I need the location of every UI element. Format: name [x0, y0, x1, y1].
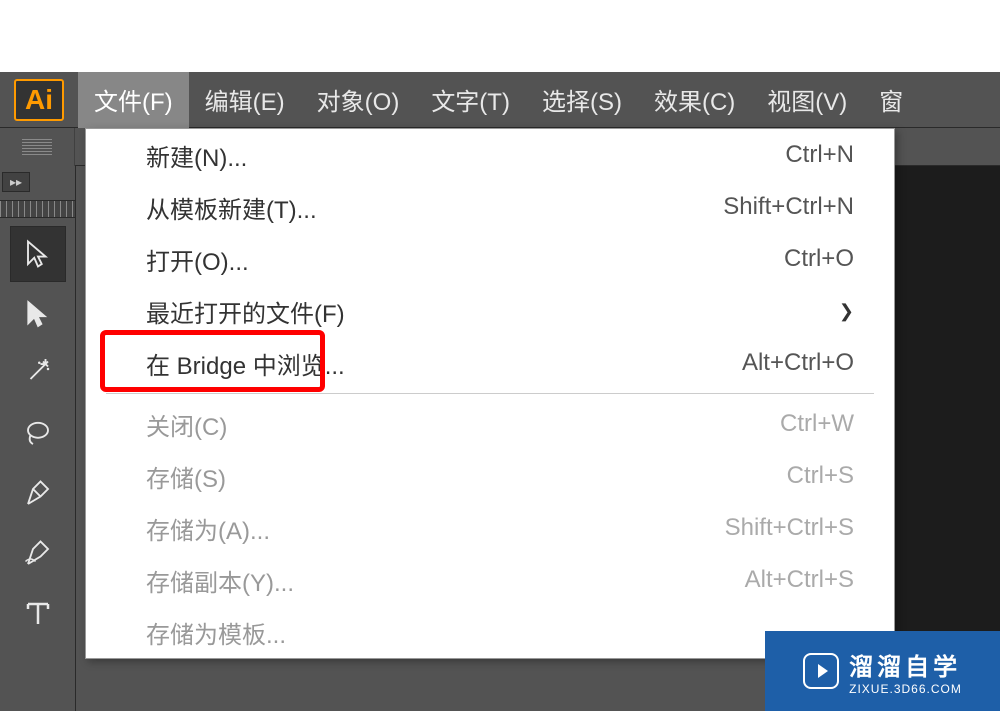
- menu-edit[interactable]: 编辑(E): [189, 72, 301, 128]
- canvas-area: [895, 166, 1000, 711]
- lasso-tool[interactable]: [10, 406, 66, 462]
- watermark: 溜溜自学 ZIXUE.3D66.COM: [765, 631, 1000, 711]
- menu-new[interactable]: 新建(N)... Ctrl+N: [86, 129, 894, 181]
- handle-lines-icon: [22, 139, 52, 155]
- watermark-url: ZIXUE.3D66.COM: [849, 682, 962, 696]
- menubar: Ai 文件(F) 编辑(E) 对象(O) 文字(T) 选择(S) 效果(C) 视…: [0, 72, 1000, 128]
- menu-save: 存储(S) Ctrl+S: [86, 450, 894, 502]
- menu-save-as-label: 存储为(A)...: [146, 511, 270, 546]
- panel-expand-icon[interactable]: ▸▸: [2, 172, 30, 192]
- ai-logo: Ai: [14, 79, 64, 121]
- menu-select[interactable]: 选择(S): [526, 72, 638, 128]
- menu-close-shortcut: Ctrl+W: [780, 410, 854, 438]
- lasso-icon: [23, 419, 53, 449]
- type-icon: [23, 599, 53, 629]
- menu-file[interactable]: 文件(F): [78, 72, 189, 128]
- magic-wand-tool[interactable]: [10, 346, 66, 402]
- submenu-arrow-icon: ❯: [839, 301, 854, 322]
- menu-effect[interactable]: 效果(C): [638, 72, 751, 128]
- menu-new-from-template[interactable]: 从模板新建(T)... Shift+Ctrl+N: [86, 181, 894, 233]
- menu-browse-bridge[interactable]: 在 Bridge 中浏览... Alt+Ctrl+O: [86, 337, 894, 389]
- menu-new-from-template-shortcut: Shift+Ctrl+N: [723, 193, 854, 221]
- menu-save-label: 存储(S): [146, 459, 226, 494]
- menu-separator: [106, 393, 874, 394]
- selection-tool[interactable]: [10, 226, 66, 282]
- menu-save-copy: 存储副本(Y)... Alt+Ctrl+S: [86, 554, 894, 606]
- menu-browse-bridge-shortcut: Alt+Ctrl+O: [742, 349, 854, 377]
- direct-selection-tool[interactable]: [10, 286, 66, 342]
- menu-save-as: 存储为(A)... Shift+Ctrl+S: [86, 502, 894, 554]
- panel-controls: ▸▸: [0, 166, 75, 200]
- watermark-text: 溜溜自学 ZIXUE.3D66.COM: [849, 647, 962, 696]
- menu-save-shortcut: Ctrl+S: [787, 462, 854, 490]
- menu-open-recent[interactable]: 最近打开的文件(F) ❯: [86, 285, 894, 337]
- menu-open-shortcut: Ctrl+O: [784, 245, 854, 273]
- pen-icon: [23, 479, 53, 509]
- type-tool[interactable]: [10, 586, 66, 642]
- app-window: Ai 文件(F) 编辑(E) 对象(O) 文字(T) 选择(S) 效果(C) 视…: [0, 72, 1000, 711]
- direct-arrow-icon: [23, 299, 53, 329]
- menu-save-copy-label: 存储副本(Y)...: [146, 563, 294, 598]
- menu-open-recent-label: 最近打开的文件(F): [146, 294, 345, 329]
- magic-wand-icon: [23, 359, 53, 389]
- menu-browse-bridge-label: 在 Bridge 中浏览...: [146, 346, 345, 381]
- menu-save-as-template-label: 存储为模板...: [146, 615, 286, 650]
- curvature-pen-icon: [23, 539, 53, 569]
- menu-new-label: 新建(N)...: [146, 138, 247, 173]
- curvature-tool[interactable]: [10, 526, 66, 582]
- menu-type[interactable]: 文字(T): [415, 72, 526, 128]
- menu-close: 关闭(C) Ctrl+W: [86, 398, 894, 450]
- menu-new-from-template-label: 从模板新建(T)...: [146, 190, 317, 225]
- watermark-play-icon: [803, 653, 839, 689]
- menu-window[interactable]: 窗: [863, 72, 919, 128]
- logo-container: Ai: [0, 72, 78, 128]
- tool-ruler: [0, 200, 75, 218]
- toolbar-handle[interactable]: [0, 128, 75, 166]
- menu-object[interactable]: 对象(O): [301, 72, 416, 128]
- tools-list: [0, 218, 75, 646]
- menu-save-copy-shortcut: Alt+Ctrl+S: [745, 566, 854, 594]
- file-dropdown-menu: 新建(N)... Ctrl+N 从模板新建(T)... Shift+Ctrl+N…: [85, 128, 895, 659]
- menu-new-shortcut: Ctrl+N: [785, 141, 854, 169]
- menu-open[interactable]: 打开(O)... Ctrl+O: [86, 233, 894, 285]
- menu-open-label: 打开(O)...: [146, 242, 249, 277]
- pen-tool[interactable]: [10, 466, 66, 522]
- tool-sidebar: ▸▸: [0, 166, 76, 711]
- menu-view[interactable]: 视图(V): [751, 72, 863, 128]
- menu-close-label: 关闭(C): [146, 407, 227, 442]
- menu-save-as-shortcut: Shift+Ctrl+S: [725, 514, 854, 542]
- watermark-title: 溜溜自学: [849, 647, 962, 682]
- selection-arrow-icon: [23, 239, 53, 269]
